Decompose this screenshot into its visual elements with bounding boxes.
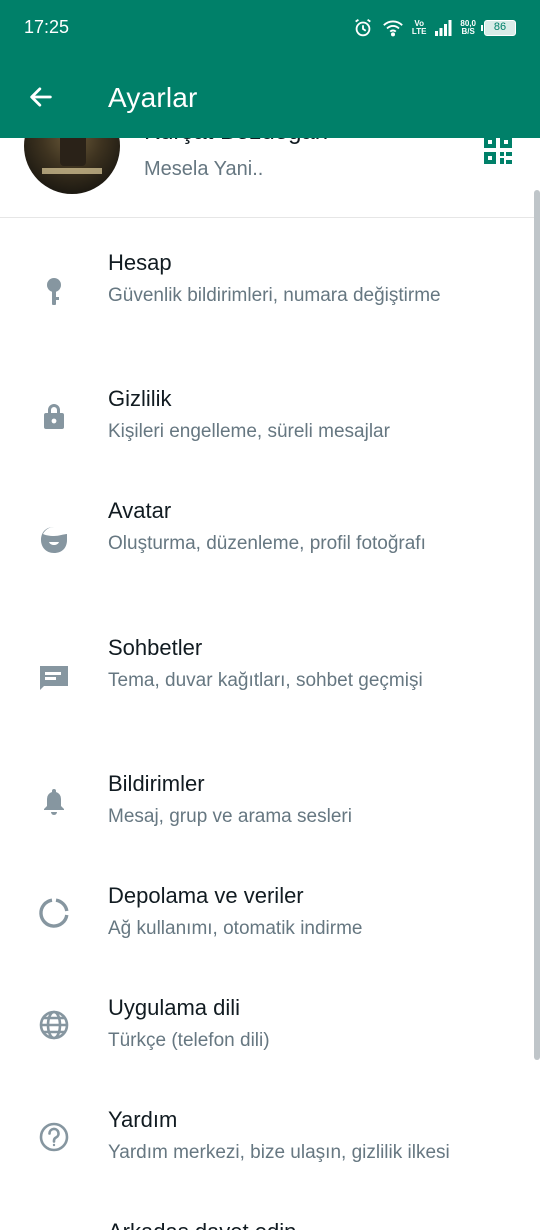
app-bar: Ayarlar bbox=[0, 56, 540, 138]
setting-title: Gizlilik bbox=[108, 386, 172, 411]
setting-title: Sohbetler bbox=[108, 635, 203, 660]
setting-subtitle: Ağ kullanımı, otomatik indirme bbox=[108, 918, 363, 939]
status-icons: Vo LTE 80,0 B/S 86 bbox=[352, 16, 516, 40]
network-type-bottom: LTE bbox=[411, 27, 427, 36]
bell-icon bbox=[38, 785, 70, 817]
setting-title: Yardım bbox=[108, 1107, 178, 1132]
signal-icon bbox=[434, 19, 452, 37]
scrollbar[interactable] bbox=[534, 190, 540, 1060]
setting-subtitle: Oluşturma, düzenleme, profil fotoğrafı bbox=[108, 533, 426, 554]
setting-subtitle: Kişileri engelleme, süreli mesajlar bbox=[108, 421, 390, 442]
setting-invite-friend[interactable]: Arkadaş davet edin bbox=[0, 1219, 530, 1230]
arrow-back-icon[interactable] bbox=[24, 80, 58, 114]
setting-avatar[interactable]: Avatar Oluşturma, düzenleme, profil foto… bbox=[0, 498, 530, 608]
setting-privacy[interactable]: Gizlilik Kişileri engelleme, süreli mesa… bbox=[0, 386, 530, 476]
profile-about: Mesela Yani.. bbox=[144, 158, 264, 180]
battery-level: 86 bbox=[493, 21, 507, 33]
setting-account[interactable]: Hesap Güvenlik bildirimleri, numara deği… bbox=[0, 250, 530, 370]
avatar-caption bbox=[42, 168, 102, 174]
network-speed-unit: B/S bbox=[461, 27, 475, 36]
page-title: Ayarlar bbox=[108, 82, 198, 113]
status-bar: 17:25 Vo LTE 80,0 B/S 86 bbox=[0, 0, 540, 56]
setting-subtitle: Tema, duvar kağıtları, sohbet geçmişi bbox=[108, 670, 423, 691]
setting-app-language[interactable]: Uygulama dili Türkçe (telefon dili) bbox=[0, 995, 530, 1085]
avatar-face-icon bbox=[38, 524, 70, 556]
setting-storage[interactable]: Depolama ve veriler Ağ kullanımı, otomat… bbox=[0, 883, 530, 973]
setting-title: Hesap bbox=[108, 250, 172, 275]
setting-chats[interactable]: Sohbetler Tema, duvar kağıtları, sohbet … bbox=[0, 635, 530, 745]
setting-notifications[interactable]: Bildirimler Mesaj, grup ve arama sesleri bbox=[0, 771, 530, 861]
battery-icon: 86 bbox=[481, 20, 516, 36]
setting-title: Uygulama dili bbox=[108, 995, 241, 1020]
network-speed: 80,0 B/S bbox=[460, 20, 476, 36]
help-icon bbox=[38, 1121, 70, 1153]
lock-icon bbox=[38, 400, 70, 432]
key-icon bbox=[38, 276, 70, 308]
setting-title: Depolama ve veriler bbox=[108, 883, 304, 908]
setting-title: Avatar bbox=[108, 498, 172, 523]
wifi-icon bbox=[382, 18, 404, 38]
storage-circle-icon bbox=[38, 897, 70, 929]
setting-subtitle: Güvenlik bildirimleri, numara değiştirme bbox=[108, 285, 441, 306]
globe-icon bbox=[38, 1009, 70, 1041]
setting-help[interactable]: Yardım Yardım merkezi, bize ulaşın, gizl… bbox=[0, 1107, 530, 1197]
status-time: 17:25 bbox=[24, 17, 70, 37]
alarm-icon bbox=[352, 17, 374, 39]
chat-icon bbox=[38, 661, 70, 693]
setting-title: Arkadaş davet edin bbox=[108, 1219, 296, 1230]
network-type: Vo LTE bbox=[412, 20, 427, 36]
qr-code-icon[interactable] bbox=[482, 134, 514, 166]
setting-subtitle: Yardım merkezi, bize ulaşın, gizlilik il… bbox=[108, 1142, 450, 1163]
setting-subtitle: Mesaj, grup ve arama sesleri bbox=[108, 806, 352, 827]
setting-subtitle: Türkçe (telefon dili) bbox=[108, 1030, 270, 1051]
setting-title: Bildirimler bbox=[108, 771, 205, 796]
